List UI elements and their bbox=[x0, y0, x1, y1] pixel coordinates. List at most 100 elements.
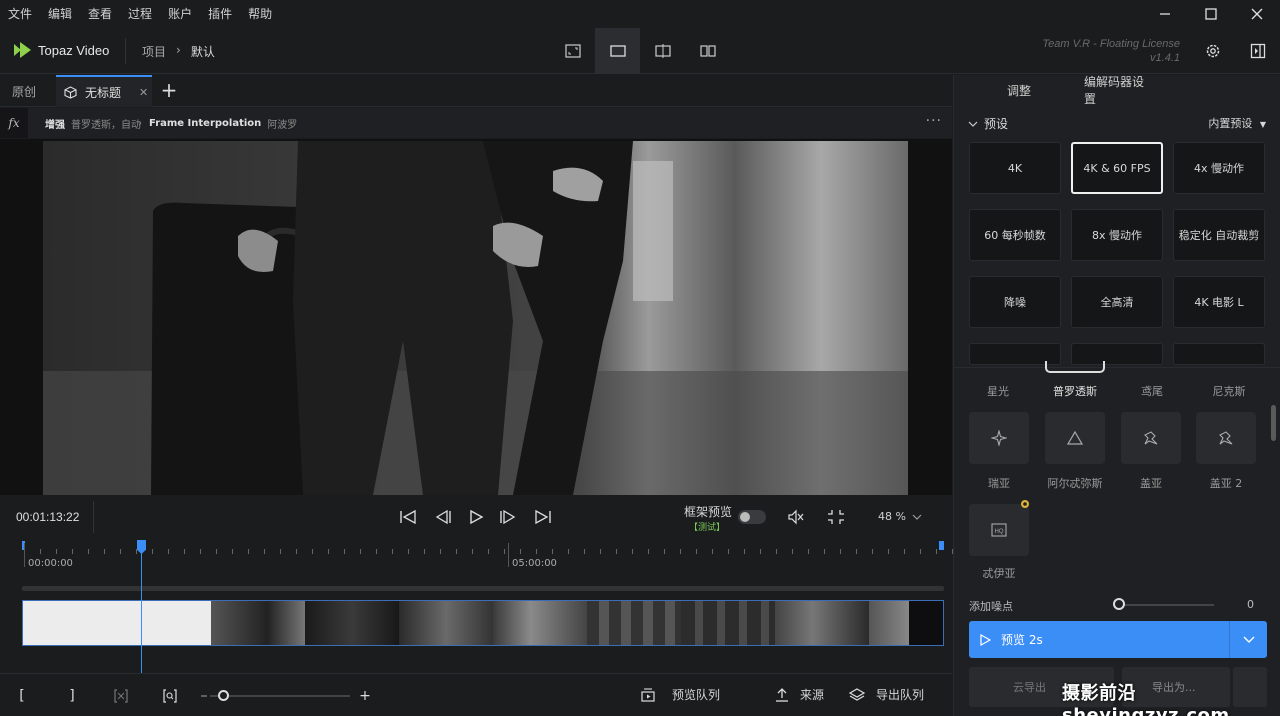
model-card-theia[interactable]: HQ bbox=[969, 504, 1029, 556]
builtin-presets-dropdown[interactable]: 内置预设 ▼ bbox=[1208, 115, 1266, 131]
zoom-out-icon[interactable] bbox=[200, 692, 208, 700]
interpolation-step-model: 阿波罗 bbox=[267, 119, 298, 131]
fit-screen-button[interactable] bbox=[824, 505, 848, 529]
license-info: Team V.R - Floating License v1.4.1 bbox=[1000, 37, 1180, 65]
frame-preview-toggle[interactable] bbox=[738, 510, 766, 524]
layers-icon bbox=[848, 687, 866, 701]
preset-card-partial[interactable] bbox=[1173, 343, 1265, 365]
ruler-tick bbox=[808, 549, 809, 554]
interpolation-step-title: Frame Interpolation bbox=[149, 117, 262, 129]
model-card-rhea[interactable] bbox=[969, 412, 1029, 464]
model-card-gaia-2[interactable] bbox=[1196, 412, 1256, 464]
ruler-tick bbox=[520, 549, 521, 554]
interpolation-step[interactable]: Frame Interpolation 阿波罗 bbox=[149, 108, 297, 138]
tab-original[interactable]: 原创 bbox=[0, 75, 55, 107]
preview-dropdown-button[interactable] bbox=[1229, 621, 1267, 658]
tab-close-icon[interactable]: ✕ bbox=[139, 86, 148, 99]
timeline[interactable]: 00:00:00 05:00:00 bbox=[0, 539, 969, 673]
view-single-button[interactable] bbox=[595, 28, 640, 74]
menu-edit[interactable]: 编辑 bbox=[40, 0, 80, 28]
add-noise-track[interactable] bbox=[1119, 604, 1214, 606]
model-label-active: 普罗透斯 bbox=[1053, 385, 1097, 398]
ruler-tick bbox=[40, 549, 41, 554]
tab-codec-settings[interactable]: 编解码器设置 bbox=[1084, 75, 1154, 106]
preset-card[interactable]: 4K bbox=[969, 142, 1061, 194]
clear-range-icon bbox=[114, 689, 128, 703]
export-queue-button[interactable]: 导出队列 bbox=[848, 686, 924, 703]
settings-button[interactable] bbox=[1198, 36, 1228, 66]
go-to-start-button[interactable] bbox=[396, 505, 420, 529]
timeline-zoom-slider[interactable] bbox=[210, 695, 350, 697]
processing-track bbox=[22, 586, 944, 591]
preset-card[interactable]: 4K 电影 L bbox=[1173, 276, 1265, 328]
model-card-gaia[interactable] bbox=[1121, 412, 1181, 464]
zoom-level[interactable]: 48 % bbox=[878, 510, 906, 523]
add-tab-button[interactable]: + bbox=[158, 79, 180, 101]
zoom-dropdown-icon[interactable] bbox=[912, 513, 922, 521]
minimize-button[interactable] bbox=[1142, 0, 1188, 28]
skip-end-icon bbox=[535, 509, 551, 525]
enhance-step[interactable]: 增强 普罗透斯，自动 bbox=[45, 108, 141, 138]
preset-card[interactable]: 降噪 bbox=[969, 276, 1061, 328]
preview-queue-button[interactable]: 预览队列 bbox=[640, 686, 720, 703]
preset-card[interactable]: 全高清 bbox=[1071, 276, 1163, 328]
previous-frame-button[interactable] bbox=[430, 505, 454, 529]
video-frame[interactable] bbox=[43, 141, 908, 495]
menu-bar: 文件 编辑 查看 过程 账户 插件 帮助 bbox=[0, 0, 1280, 28]
model-card-artemis[interactable] bbox=[1045, 412, 1105, 464]
panel-toggle-icon bbox=[1250, 43, 1266, 59]
video-clip-strip[interactable] bbox=[22, 600, 944, 646]
menu-help[interactable]: 帮助 bbox=[240, 0, 280, 28]
view-side-by-side-button[interactable] bbox=[685, 28, 730, 74]
document-tabs: 原创 无标题 ✕ + bbox=[0, 75, 952, 107]
toggle-panel-button[interactable] bbox=[1243, 36, 1273, 66]
tab-untitled[interactable]: 无标题 ✕ bbox=[56, 75, 152, 107]
timeline-zoom-knob[interactable] bbox=[218, 690, 229, 701]
menu-view[interactable]: 查看 bbox=[80, 0, 120, 28]
source-button[interactable]: 来源 bbox=[774, 686, 824, 703]
preview-button[interactable]: 预览 2s bbox=[969, 621, 1267, 658]
tab-adjust[interactable]: 调整 bbox=[954, 75, 1084, 105]
toggle-knob bbox=[740, 512, 750, 522]
preset-card[interactable]: 8x 慢动作 bbox=[1071, 209, 1163, 261]
side-by-side-icon bbox=[699, 45, 716, 57]
menu-file[interactable]: 文件 bbox=[0, 0, 40, 28]
breadcrumb-project[interactable]: 项目 bbox=[142, 43, 166, 60]
model-card-selected-partial[interactable] bbox=[1045, 361, 1105, 373]
presets-header[interactable]: 预设 bbox=[968, 115, 1008, 132]
close-button[interactable] bbox=[1234, 0, 1280, 28]
fx-icon[interactable]: fx bbox=[0, 108, 28, 138]
ruler-tick bbox=[88, 549, 89, 554]
go-to-end-button[interactable] bbox=[531, 505, 555, 529]
add-noise-knob[interactable] bbox=[1113, 598, 1125, 610]
ruler-tick bbox=[152, 549, 153, 554]
view-fit-button[interactable] bbox=[550, 28, 595, 74]
next-frame-button[interactable] bbox=[497, 505, 521, 529]
ruler-tick bbox=[72, 549, 73, 554]
panel-scrollbar[interactable] bbox=[1271, 405, 1276, 441]
play-button[interactable] bbox=[464, 505, 488, 529]
clear-marks-button[interactable] bbox=[112, 686, 130, 706]
breadcrumb-current[interactable]: 默认 bbox=[191, 43, 215, 60]
preset-card[interactable]: 60 每秒帧数 bbox=[969, 209, 1061, 261]
more-options-button[interactable]: ··· bbox=[926, 113, 942, 129]
playhead-line[interactable] bbox=[141, 540, 142, 673]
out-point-marker[interactable] bbox=[939, 541, 944, 550]
add-noise-label: 添加噪点 bbox=[969, 600, 1013, 613]
mark-out-button[interactable]: ] bbox=[65, 686, 79, 706]
zoom-in-button[interactable]: + bbox=[358, 686, 372, 706]
mark-in-button[interactable]: [ bbox=[15, 686, 29, 706]
ruler-tick bbox=[856, 549, 857, 554]
mute-button[interactable] bbox=[784, 505, 808, 529]
view-split-button[interactable] bbox=[640, 28, 685, 74]
preset-card-selected[interactable]: 4K & 60 FPS bbox=[1071, 142, 1163, 194]
menu-plugins[interactable]: 插件 bbox=[200, 0, 240, 28]
menu-account[interactable]: 账户 bbox=[160, 0, 200, 28]
preset-card[interactable]: 稳定化 自动裁剪 bbox=[1173, 209, 1265, 261]
zoom-to-range-button[interactable] bbox=[161, 686, 179, 706]
maximize-button[interactable] bbox=[1188, 0, 1234, 28]
preset-card[interactable]: 4x 慢动作 bbox=[1173, 142, 1265, 194]
menu-process[interactable]: 过程 bbox=[120, 0, 160, 28]
ruler-tick bbox=[312, 549, 313, 554]
ruler-tick bbox=[760, 549, 761, 554]
